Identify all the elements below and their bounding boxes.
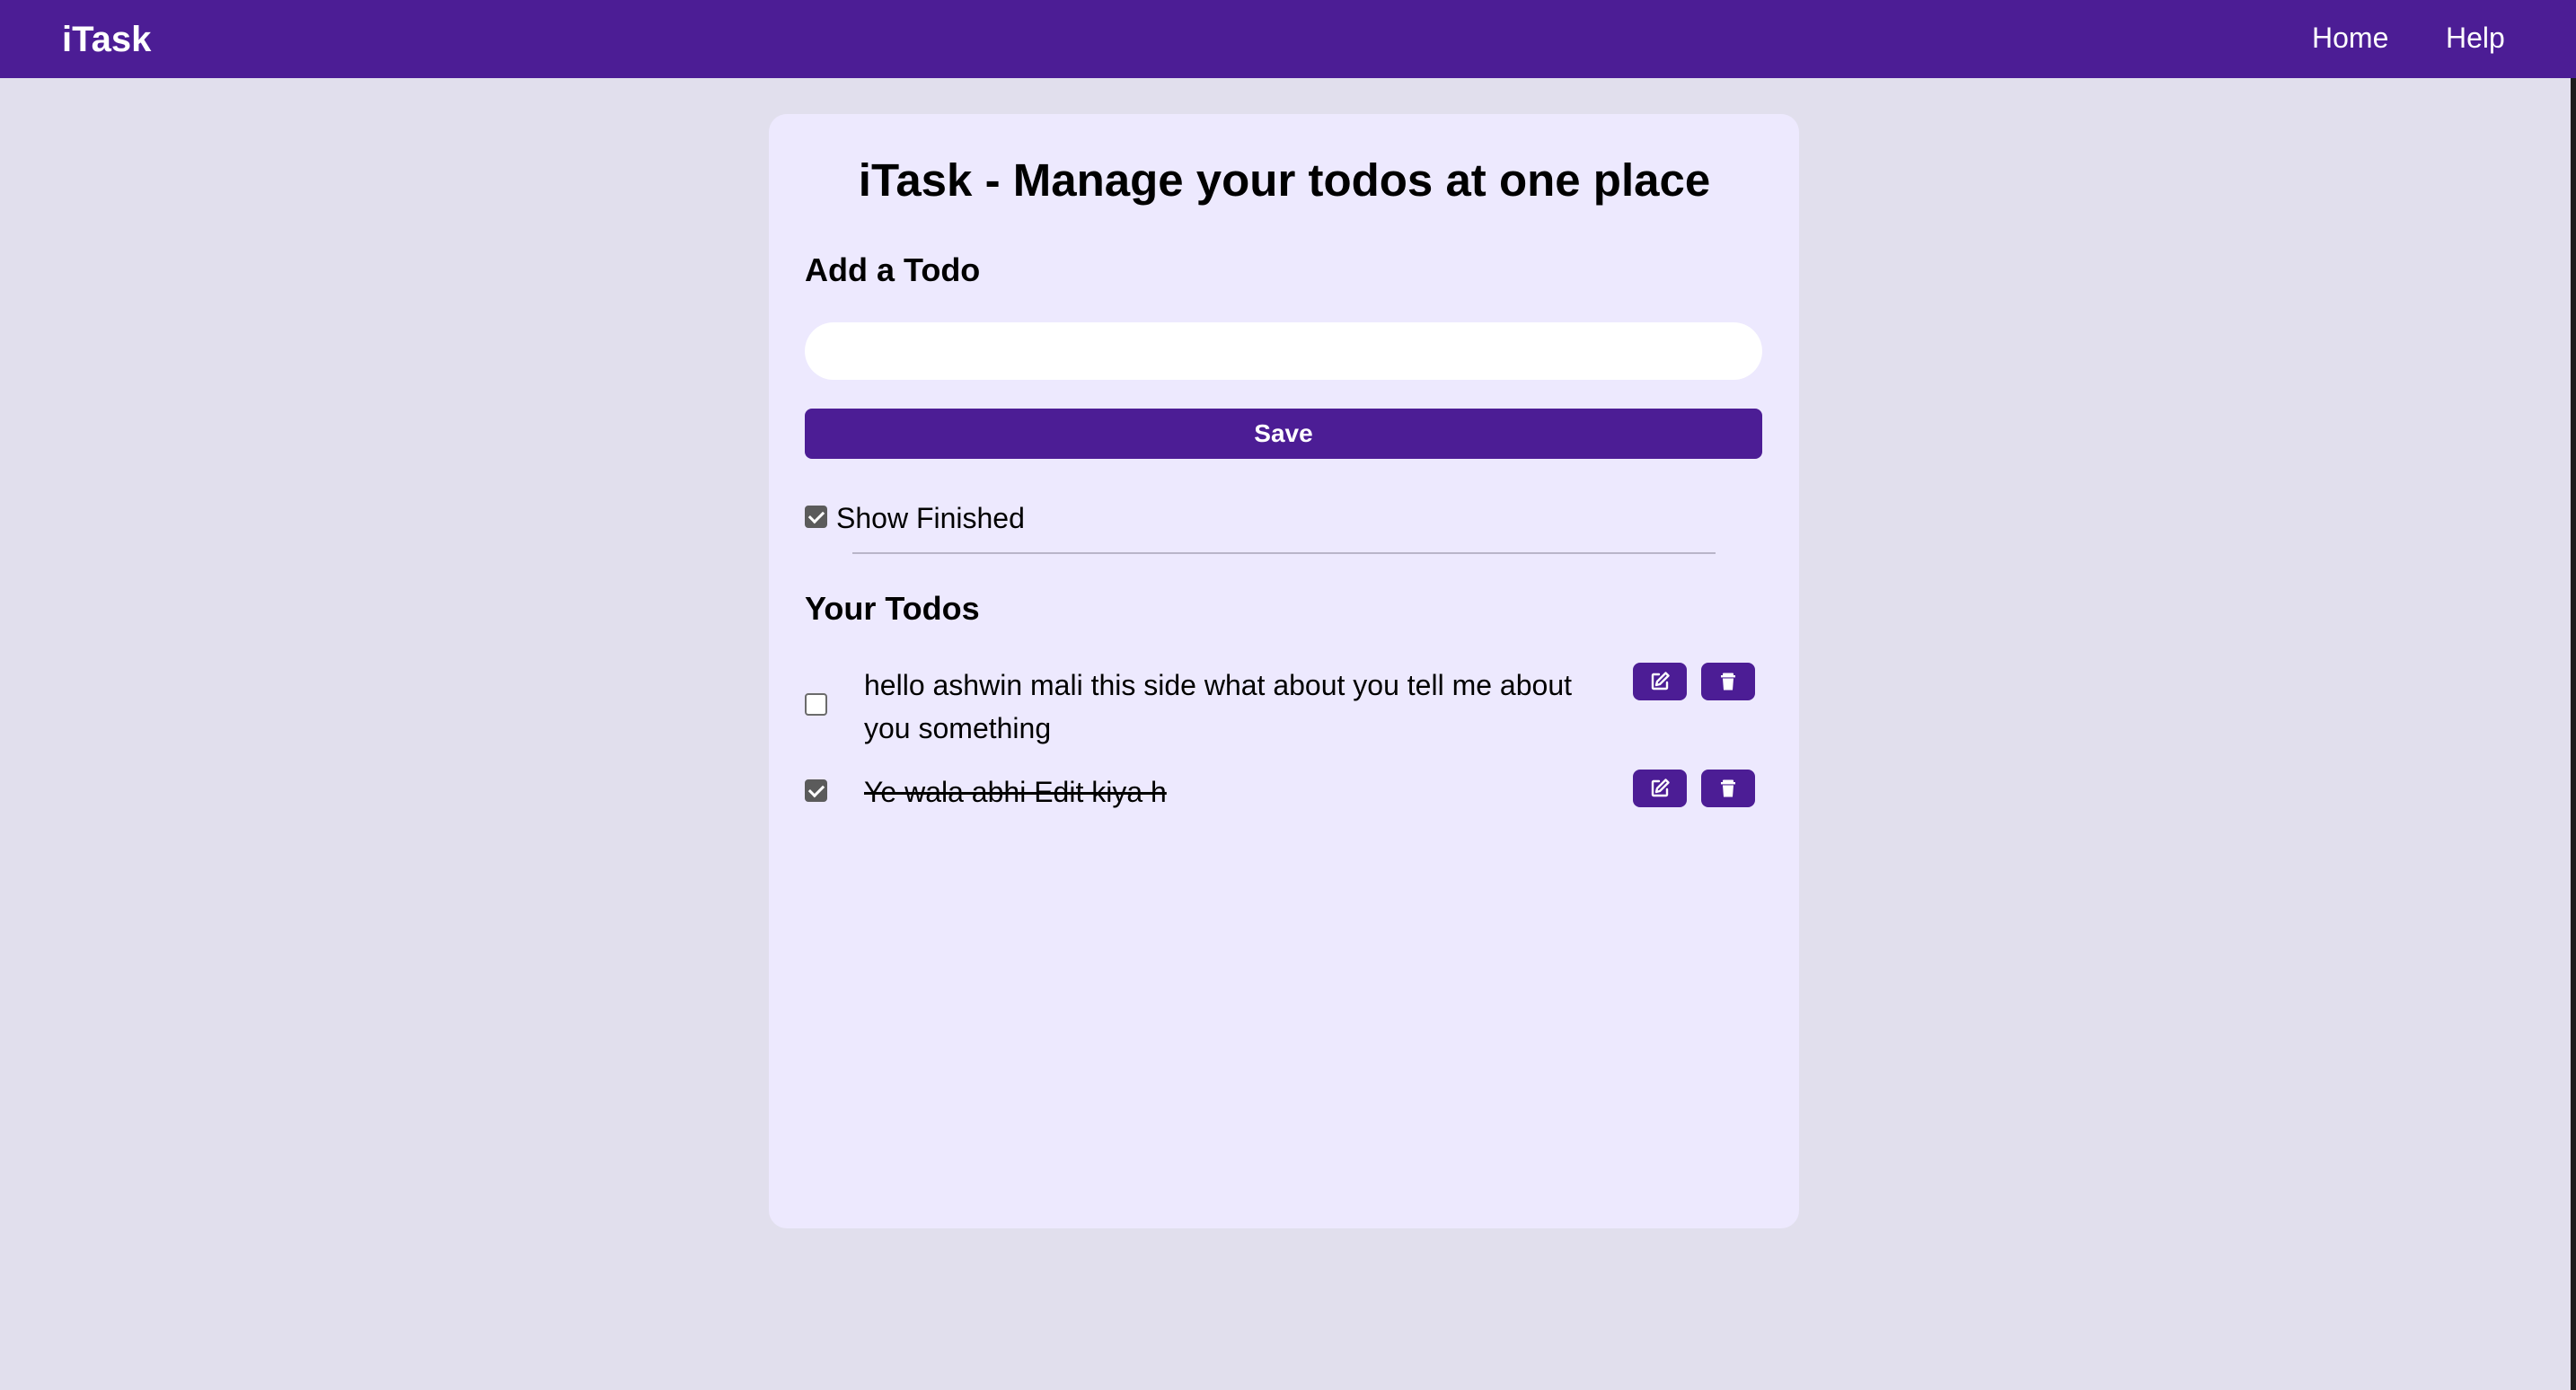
show-finished-checkbox[interactable]	[805, 506, 827, 528]
show-finished-label[interactable]: Show Finished	[836, 498, 1025, 538]
page-title: iTask - Manage your todos at one place	[858, 154, 1711, 206]
todo-checkbox[interactable]	[805, 779, 827, 802]
todo-input[interactable]	[805, 322, 1762, 380]
window-edge	[2571, 78, 2576, 1390]
your-todos-heading: Your Todos	[805, 590, 980, 627]
todo-checkbox[interactable]	[805, 693, 827, 716]
delete-todo-button[interactable]	[1701, 770, 1755, 807]
nav-help-link[interactable]: Help	[2446, 18, 2505, 57]
edit-icon	[1651, 779, 1670, 797]
trash-icon	[1721, 673, 1735, 691]
edit-icon	[1651, 672, 1670, 691]
edit-todo-button[interactable]	[1633, 663, 1687, 700]
trash-icon	[1721, 779, 1735, 797]
save-button[interactable]: Save	[805, 409, 1762, 459]
edit-todo-button[interactable]	[1633, 770, 1687, 807]
brand-logo[interactable]: iTask	[62, 18, 151, 61]
nav-home-link[interactable]: Home	[2312, 18, 2388, 57]
add-todo-heading: Add a Todo	[805, 251, 981, 288]
delete-todo-button[interactable]	[1701, 663, 1755, 700]
divider	[852, 552, 1716, 554]
todo-text: hello ashwin mali this side what about y…	[864, 669, 1572, 744]
todo-text: Ye wala abhi Edit kiya h	[864, 776, 1167, 808]
navbar: iTask Home Help	[0, 0, 2576, 78]
